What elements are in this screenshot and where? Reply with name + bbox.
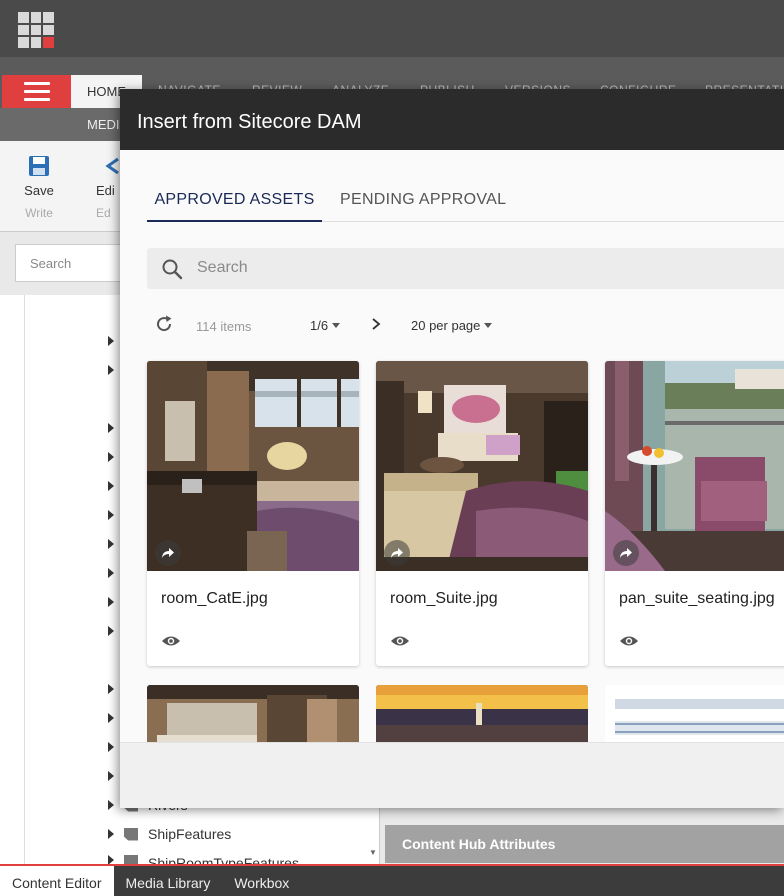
asset-search-box[interactable]	[147, 248, 784, 289]
tree-guide-line	[24, 295, 25, 865]
share-button[interactable]	[384, 540, 410, 566]
chevron-down-icon	[484, 323, 493, 328]
asset-thumbnail[interactable]	[147, 685, 359, 742]
tree-expand-icon[interactable]	[108, 336, 114, 346]
asset-card[interactable]: pan_suite_seating.jpg	[605, 361, 784, 666]
save-button[interactable]: Save Write	[16, 155, 62, 220]
asset-thumbnail[interactable]	[147, 361, 359, 571]
tree-search-input[interactable]: Search	[15, 244, 135, 282]
search-icon	[162, 259, 183, 280]
tab-approved-assets[interactable]: APPROVED ASSETS	[147, 180, 322, 222]
tree-item-shiproomtypefeatures[interactable]: ShipRoomTypeFeatures	[108, 855, 299, 864]
save-label: Save	[24, 183, 54, 198]
share-icon	[620, 548, 632, 558]
share-icon	[391, 548, 403, 558]
tree-expand-icon[interactable]	[108, 684, 114, 694]
menu-icon[interactable]	[2, 75, 71, 108]
page-selector[interactable]: 1/6	[310, 318, 341, 333]
dialog-content: APPROVED ASSETS PENDING APPROVAL 114 ite…	[120, 150, 784, 742]
asset-thumbnail[interactable]	[605, 361, 784, 571]
tab-workbox[interactable]: Workbox	[222, 866, 301, 896]
content-hub-attributes-section[interactable]: Content Hub Attributes	[385, 825, 784, 863]
tree-expand-icon[interactable]	[108, 626, 114, 636]
dialog-title: Insert from Sitecore DAM	[137, 111, 362, 133]
folder-icon	[124, 855, 138, 864]
asset-thumbnail[interactable]	[376, 361, 588, 571]
eye-icon[interactable]	[390, 634, 410, 648]
tab-pending-approval[interactable]: PENDING APPROVAL	[340, 180, 506, 222]
per-page-label: 20 per page	[411, 318, 481, 333]
tree-expand-icon[interactable]	[108, 510, 114, 520]
tree-item-label: ShipFeatures	[148, 826, 232, 842]
asset-name: room_Suite.jpg	[390, 590, 498, 607]
bottom-tab-bar: Content Editor Media Library Workbox	[0, 866, 784, 896]
save-icon	[29, 156, 49, 176]
tree-expand-icon[interactable]	[108, 452, 114, 462]
launchpad-icon[interactable]	[18, 12, 54, 48]
tree-expand-icon[interactable]	[108, 800, 114, 810]
tree-expand-icon[interactable]	[108, 481, 114, 491]
share-button[interactable]	[155, 540, 181, 566]
share-icon	[162, 548, 174, 558]
write-group-label: Write	[25, 206, 53, 220]
tree-item-shipfeatures[interactable]: ShipFeatures	[108, 826, 231, 842]
chevron-down-icon	[332, 323, 341, 328]
asset-name: pan_suite_seating.jpg	[619, 590, 775, 607]
asset-card[interactable]: room_CatE.jpg	[147, 361, 359, 666]
asset-thumbnail[interactable]	[376, 685, 588, 742]
folder-icon	[124, 827, 138, 841]
dialog-footer	[120, 742, 784, 808]
pagination-bar: 114 items 1/6 20 per page	[154, 314, 754, 336]
asset-name: room_CatE.jpg	[161, 590, 268, 607]
global-header	[0, 0, 784, 57]
page-indicator: 1/6	[310, 318, 329, 333]
refresh-icon[interactable]	[154, 314, 174, 334]
tree-expand-icon[interactable]	[108, 539, 114, 549]
item-count: 114 items	[196, 319, 252, 334]
asset-tabs: APPROVED ASSETS PENDING APPROVAL	[147, 180, 784, 222]
per-page-selector[interactable]: 20 per page	[411, 318, 493, 333]
share-button[interactable]	[613, 540, 639, 566]
asset-card[interactable]: room_Suite.jpg	[376, 361, 588, 666]
tree-expand-icon[interactable]	[108, 568, 114, 578]
tree-expand-icon[interactable]	[108, 597, 114, 607]
dam-dialog: Insert from Sitecore DAM APPROVED ASSETS…	[120, 89, 784, 808]
search-input[interactable]	[197, 256, 697, 280]
dialog-header: Insert from Sitecore DAM	[120, 89, 784, 150]
tree-expand-icon[interactable]	[108, 423, 114, 433]
eye-icon[interactable]	[161, 634, 181, 648]
asset-thumbnail[interactable]	[605, 685, 784, 742]
ribbon-subtab-media[interactable]: MEDI	[87, 117, 120, 132]
tree-expand-icon[interactable]	[108, 713, 114, 723]
tree-expand-icon[interactable]	[108, 365, 114, 375]
eye-icon[interactable]	[619, 634, 639, 648]
tree-expand-icon[interactable]	[108, 742, 114, 752]
tree-item-label: ShipRoomTypeFeatures	[148, 855, 299, 864]
tree-expand-icon[interactable]	[108, 855, 114, 864]
tree-expand-icon[interactable]	[108, 771, 114, 781]
tab-content-editor[interactable]: Content Editor	[0, 866, 114, 896]
scroll-down-icon[interactable]: ▼	[369, 848, 377, 857]
tree-expand-icon[interactable]	[108, 829, 114, 839]
chevron-right-icon[interactable]	[370, 316, 382, 332]
tab-media-library[interactable]: Media Library	[114, 866, 223, 896]
